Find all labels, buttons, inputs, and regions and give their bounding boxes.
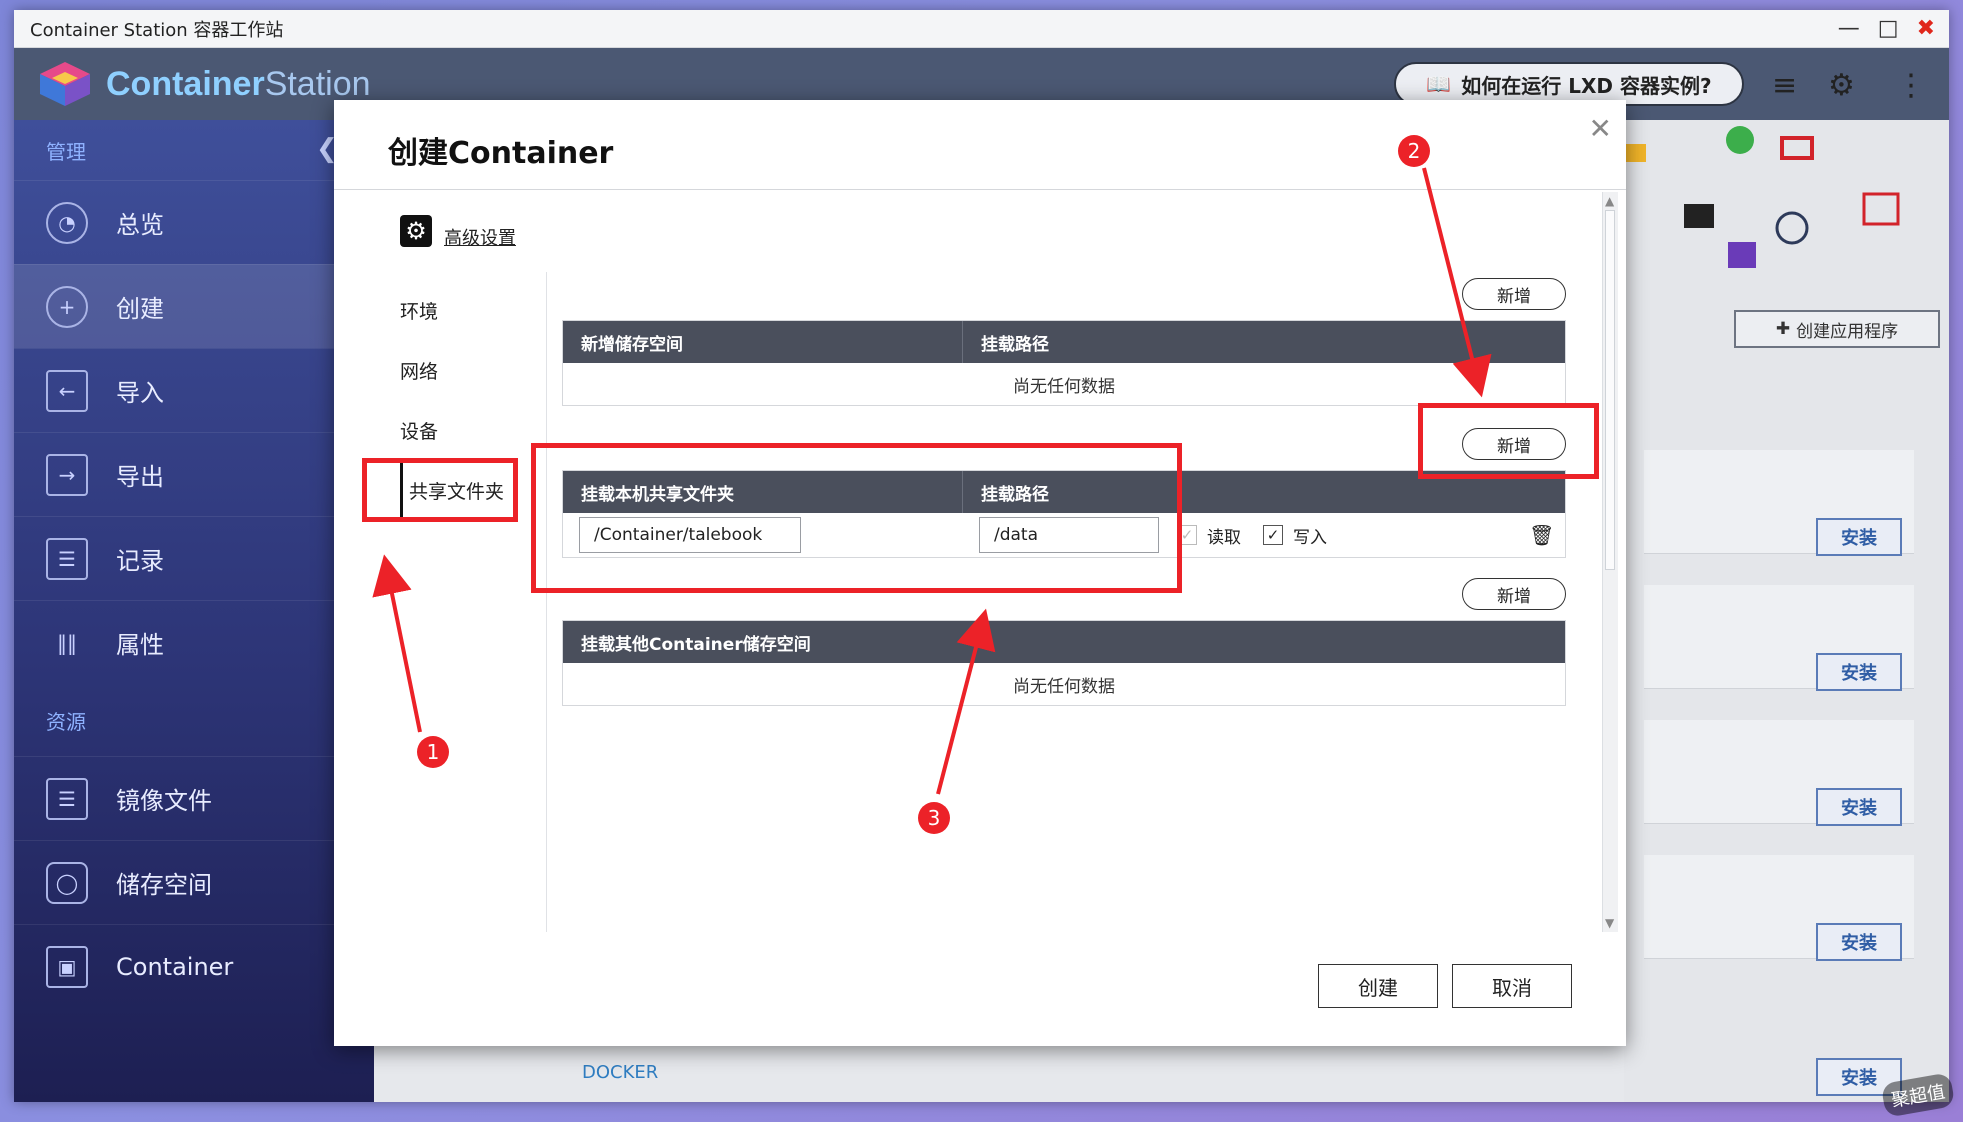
annotation-number-1: 1 bbox=[417, 736, 449, 768]
arrow-2 bbox=[1422, 167, 1492, 398]
annotation-arrows bbox=[372, 167, 1492, 795]
annotation-number-2: 2 bbox=[1398, 135, 1430, 167]
arrow-1 bbox=[372, 554, 422, 733]
annotation-number-3: 3 bbox=[918, 802, 950, 834]
arrow-3 bbox=[936, 608, 996, 795]
